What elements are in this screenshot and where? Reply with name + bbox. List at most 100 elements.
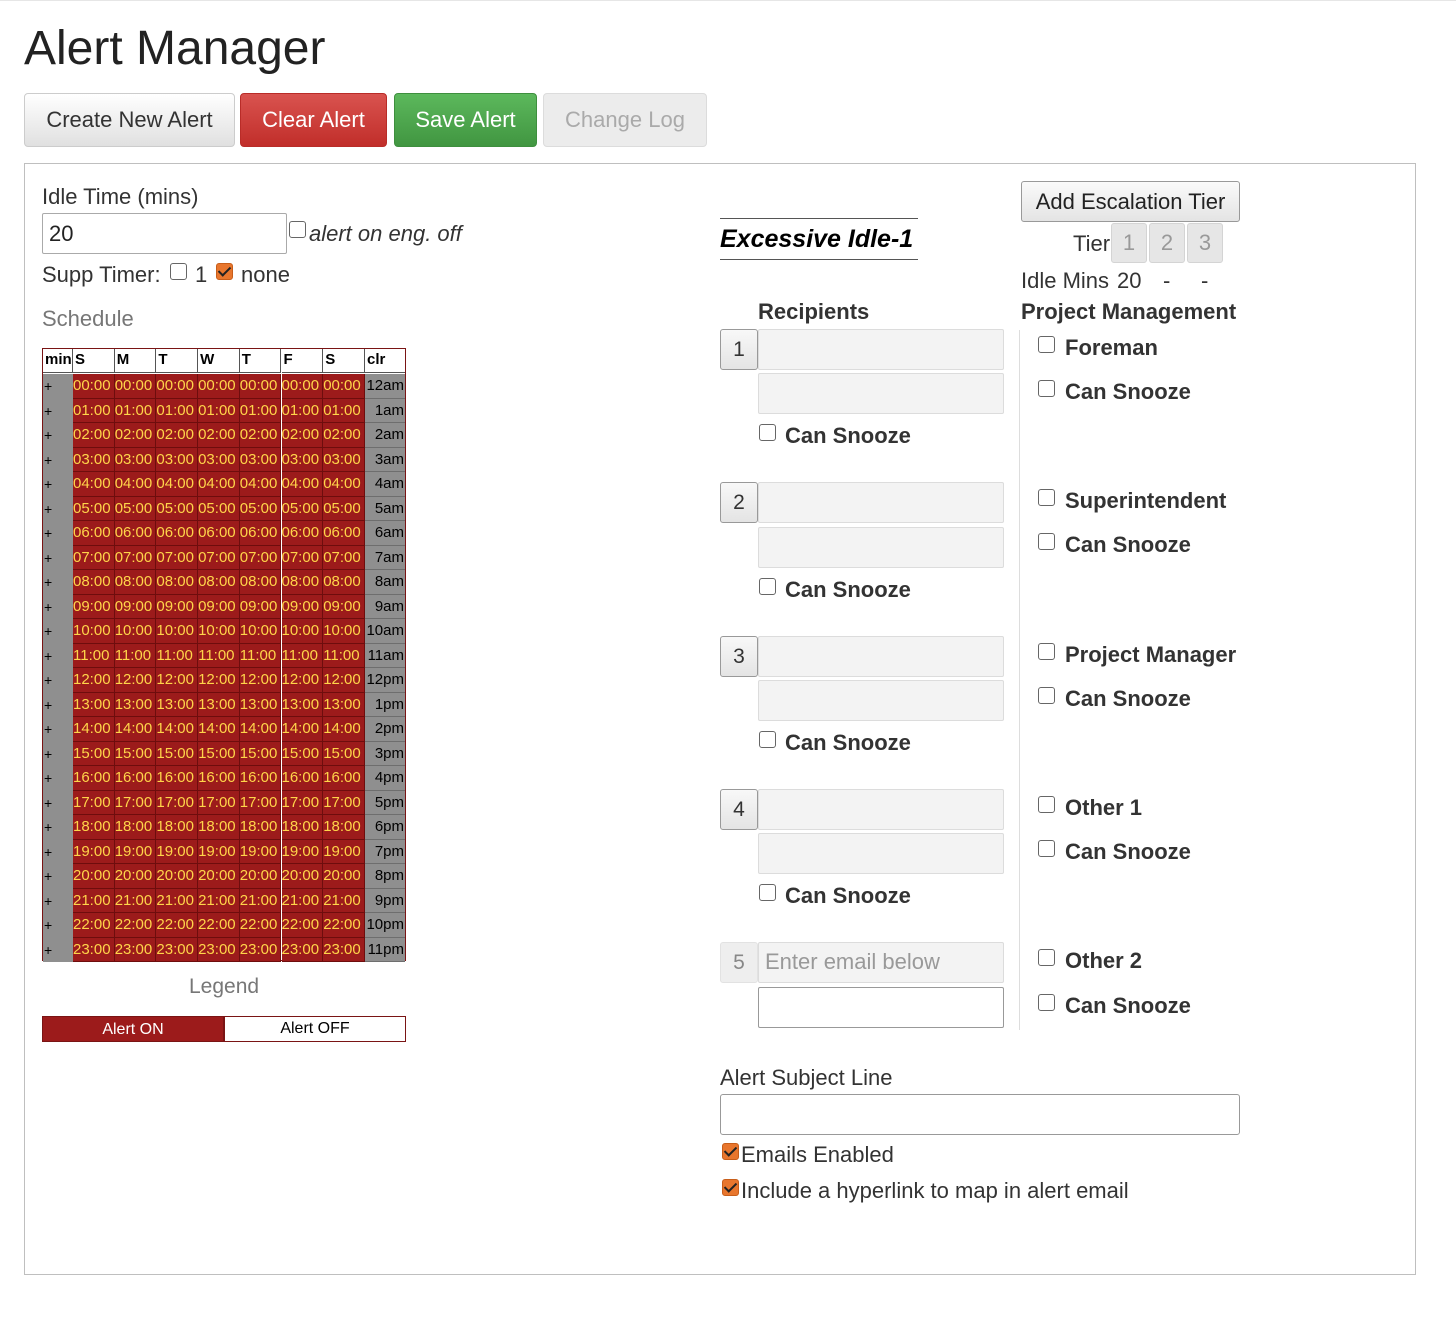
schedule-cell-thu[interactable]: 08:00 [239, 570, 282, 595]
schedule-cell-mon[interactable]: 04:00 [114, 472, 157, 497]
schedule-cell-wed[interactable]: 13:00 [198, 692, 240, 717]
schedule-row-clear[interactable]: 6am [365, 521, 405, 546]
schedule-cell-tue[interactable]: 13:00 [156, 692, 199, 717]
recipient-1-email-input[interactable] [758, 373, 1004, 414]
schedule-cell-sun[interactable]: 06:00 [73, 521, 115, 546]
schedule-cell-mon[interactable]: 09:00 [114, 594, 157, 619]
schedule-cell-mon[interactable]: 07:00 [114, 545, 157, 570]
schedule-cell-fri[interactable]: 14:00 [281, 717, 324, 742]
schedule-cell-sun[interactable]: 07:00 [73, 545, 115, 570]
schedule-cell-fri[interactable]: 19:00 [281, 839, 324, 864]
schedule-cell-wed[interactable]: 19:00 [198, 839, 240, 864]
schedule-cell-tue[interactable]: 20:00 [156, 864, 199, 889]
schedule-expand-plus[interactable]: + [43, 570, 73, 595]
schedule-cell-mon[interactable]: 02:00 [114, 423, 157, 448]
schedule-cell-tue[interactable]: 09:00 [156, 594, 199, 619]
schedule-cell-sat[interactable]: 15:00 [323, 741, 365, 766]
schedule-cell-sat[interactable]: 08:00 [323, 570, 365, 595]
schedule-cell-thu[interactable]: 21:00 [239, 888, 282, 913]
schedule-cell-sat[interactable]: 12:00 [323, 668, 365, 693]
recipient-1-can-snooze-checkbox[interactable] [759, 424, 776, 441]
schedule-cell-wed[interactable]: 05:00 [198, 496, 240, 521]
schedule-cell-sat[interactable]: 23:00 [323, 937, 365, 962]
recipient-1-input[interactable] [758, 329, 1004, 370]
schedule-cell-sun[interactable]: 18:00 [73, 815, 115, 840]
schedule-cell-wed[interactable]: 17:00 [198, 790, 240, 815]
schedule-row-clear[interactable]: 10am [365, 619, 405, 644]
schedule-cell-thu[interactable]: 19:00 [239, 839, 282, 864]
schedule-cell-sat[interactable]: 21:00 [323, 888, 365, 913]
schedule-cell-wed[interactable]: 09:00 [198, 594, 240, 619]
schedule-row-clear[interactable]: 12am [365, 374, 405, 399]
schedule-cell-sat[interactable]: 20:00 [323, 864, 365, 889]
recipient-2-email-input[interactable] [758, 527, 1004, 568]
schedule-cell-mon[interactable]: 10:00 [114, 619, 157, 644]
schedule-cell-sun[interactable]: 12:00 [73, 668, 115, 693]
schedule-expand-plus[interactable]: + [43, 913, 73, 938]
schedule-expand-plus[interactable]: + [43, 619, 73, 644]
alert-subject-input[interactable] [720, 1094, 1240, 1135]
schedule-cell-fri[interactable]: 16:00 [281, 766, 324, 791]
schedule-row-clear[interactable]: 6pm [365, 815, 405, 840]
include-hyperlink-checkbox[interactable] [722, 1179, 739, 1196]
schedule-cell-fri[interactable]: 05:00 [281, 496, 324, 521]
schedule-cell-sat[interactable]: 01:00 [323, 398, 365, 423]
schedule-header-sat[interactable]: S [323, 349, 365, 373]
schedule-cell-tue[interactable]: 02:00 [156, 423, 199, 448]
schedule-cell-thu[interactable]: 23:00 [239, 937, 282, 962]
recipient-2-can-snooze-checkbox[interactable] [759, 578, 776, 595]
schedule-cell-fri[interactable]: 06:00 [281, 521, 324, 546]
schedule-row-clear[interactable]: 8am [365, 570, 405, 595]
schedule-cell-sat[interactable]: 10:00 [323, 619, 365, 644]
role-foreman-checkbox[interactable] [1038, 336, 1055, 353]
schedule-cell-sun[interactable]: 14:00 [73, 717, 115, 742]
schedule-cell-tue[interactable]: 19:00 [156, 839, 199, 864]
schedule-cell-wed[interactable]: 14:00 [198, 717, 240, 742]
schedule-cell-tue[interactable]: 18:00 [156, 815, 199, 840]
schedule-cell-tue[interactable]: 07:00 [156, 545, 199, 570]
schedule-header-sun[interactable]: S [73, 349, 115, 373]
schedule-cell-mon[interactable]: 05:00 [114, 496, 157, 521]
schedule-cell-sun[interactable]: 05:00 [73, 496, 115, 521]
schedule-cell-sat[interactable]: 11:00 [323, 643, 365, 668]
schedule-cell-fri[interactable]: 22:00 [281, 913, 324, 938]
schedule-row-clear[interactable]: 4am [365, 472, 405, 497]
schedule-expand-plus[interactable]: + [43, 766, 73, 791]
schedule-cell-wed[interactable]: 03:00 [198, 447, 240, 472]
schedule-cell-mon[interactable]: 00:00 [114, 374, 157, 399]
schedule-cell-tue[interactable]: 21:00 [156, 888, 199, 913]
schedule-cell-tue[interactable]: 00:00 [156, 374, 199, 399]
schedule-cell-wed[interactable]: 15:00 [198, 741, 240, 766]
schedule-cell-tue[interactable]: 05:00 [156, 496, 199, 521]
schedule-cell-wed[interactable]: 12:00 [198, 668, 240, 693]
schedule-cell-sat[interactable]: 07:00 [323, 545, 365, 570]
schedule-cell-sun[interactable]: 16:00 [73, 766, 115, 791]
schedule-cell-thu[interactable]: 03:00 [239, 447, 282, 472]
recipient-4-input[interactable] [758, 789, 1004, 830]
schedule-cell-thu[interactable]: 16:00 [239, 766, 282, 791]
schedule-cell-sat[interactable]: 14:00 [323, 717, 365, 742]
schedule-expand-plus[interactable]: + [43, 937, 73, 962]
schedule-cell-fri[interactable]: 21:00 [281, 888, 324, 913]
schedule-cell-fri[interactable]: 03:00 [281, 447, 324, 472]
idle-time-input[interactable] [42, 213, 287, 254]
role-other-1-can-snooze-checkbox[interactable] [1038, 840, 1055, 857]
schedule-cell-wed[interactable]: 11:00 [198, 643, 240, 668]
schedule-row-clear[interactable]: 3am [365, 447, 405, 472]
schedule-cell-wed[interactable]: 06:00 [198, 521, 240, 546]
schedule-cell-fri[interactable]: 02:00 [281, 423, 324, 448]
schedule-cell-sun[interactable]: 15:00 [73, 741, 115, 766]
schedule-expand-plus[interactable]: + [43, 447, 73, 472]
schedule-cell-tue[interactable]: 04:00 [156, 472, 199, 497]
schedule-cell-sun[interactable]: 09:00 [73, 594, 115, 619]
schedule-cell-sun[interactable]: 17:00 [73, 790, 115, 815]
schedule-cell-fri[interactable]: 13:00 [281, 692, 324, 717]
schedule-cell-tue[interactable]: 22:00 [156, 913, 199, 938]
schedule-row-clear[interactable]: 1am [365, 398, 405, 423]
schedule-cell-mon[interactable]: 18:00 [114, 815, 157, 840]
schedule-cell-wed[interactable]: 08:00 [198, 570, 240, 595]
schedule-cell-sun[interactable]: 00:00 [73, 374, 115, 399]
schedule-header-mon[interactable]: M [114, 349, 157, 373]
schedule-row-clear[interactable]: 2pm [365, 717, 405, 742]
recipient-3-email-input[interactable] [758, 680, 1004, 721]
